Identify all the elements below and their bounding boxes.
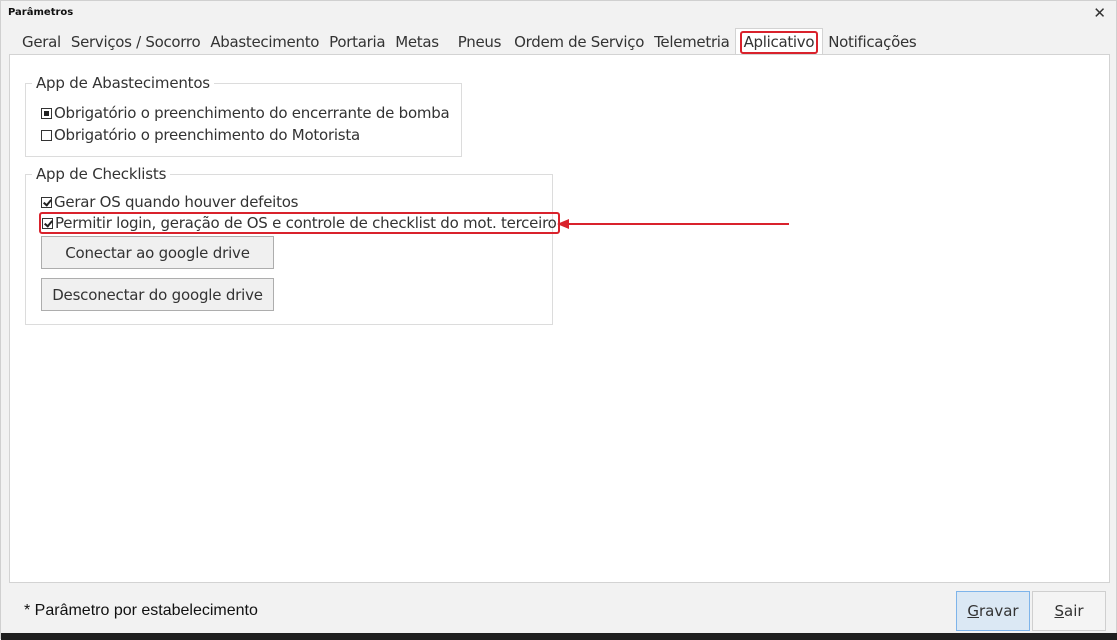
tab-geral[interactable]: Geral xyxy=(17,29,66,54)
tab-aplicativo[interactable]: Aplicativo xyxy=(734,28,824,55)
tab-telemetria[interactable]: Telemetria xyxy=(649,29,735,54)
checkbox-checked-icon xyxy=(41,196,52,208)
group-app-checklists: App de Checklists Gerar OS quando houver… xyxy=(25,165,560,325)
group-title: App de Abastecimentos xyxy=(32,74,214,92)
footer-note: * Parâmetro por estabelecimento xyxy=(24,602,258,619)
parametros-window: Parâmetros ✕ Geral Serviços / Socorro Ab… xyxy=(0,0,1117,640)
tab-label: Ordem de Serviço xyxy=(514,33,645,51)
tab-portaria[interactable]: Portaria xyxy=(324,29,390,54)
tab-pneus[interactable]: Pneus xyxy=(453,29,509,54)
tab-label: Metas xyxy=(395,33,439,51)
close-icon[interactable]: ✕ xyxy=(1093,4,1106,22)
tab-label: Telemetria xyxy=(654,33,730,51)
tab-label: Notificações xyxy=(828,33,917,51)
button-label: air xyxy=(1064,602,1084,620)
tab-label: Pneus xyxy=(457,33,502,51)
connect-google-drive-button[interactable]: Conectar ao google drive xyxy=(41,236,274,269)
tab-label: Serviços / Socorro xyxy=(70,33,201,51)
checkbox-gerar-os-defeitos[interactable]: Gerar OS quando houver defeitos xyxy=(41,193,298,211)
group-app-abastecimentos: App de Abastecimentos Obrigatório o pree… xyxy=(25,74,462,157)
exit-button[interactable]: Sair xyxy=(1032,591,1106,631)
checkbox-indeterminate-icon xyxy=(41,107,52,119)
tab-abastecimento[interactable]: Abastecimento xyxy=(205,29,324,54)
mnemonic-letter: G xyxy=(967,602,979,620)
tab-bar: Geral Serviços / Socorro Abastecimento P… xyxy=(17,27,921,55)
tab-label: Geral xyxy=(22,33,61,51)
checkbox-label: Permitir login, geração de OS e controle… xyxy=(55,214,557,232)
tab-content-panel: App de Abastecimentos Obrigatório o pree… xyxy=(9,54,1110,583)
checkbox-unchecked-icon xyxy=(41,129,52,141)
checkbox-checked-icon xyxy=(42,217,53,229)
window-title: Parâmetros xyxy=(8,7,74,18)
tab-metas[interactable]: Metas xyxy=(390,29,453,54)
tab-label: Abastecimento xyxy=(210,33,320,51)
tab-servicos-socorro[interactable]: Serviços / Socorro xyxy=(66,29,205,54)
checkbox-label: Gerar OS quando houver defeitos xyxy=(54,193,299,211)
checkbox-encerrante-bomba[interactable]: Obrigatório o preenchimento do encerrant… xyxy=(41,104,450,122)
checkbox-permitir-login-terceiro[interactable]: Permitir login, geração de OS e controle… xyxy=(39,212,560,234)
save-button[interactable]: Gravar xyxy=(956,591,1030,631)
group-title: App de Checklists xyxy=(32,165,171,183)
tab-label: Aplicativo xyxy=(739,31,819,54)
checkbox-motorista[interactable]: Obrigatório o preenchimento do Motorista xyxy=(41,126,360,144)
tab-ordem-de-servico[interactable]: Ordem de Serviço xyxy=(509,29,649,54)
mnemonic-letter: S xyxy=(1054,602,1064,620)
tab-notificacoes[interactable]: Notificações xyxy=(823,29,921,54)
button-label: ravar xyxy=(979,602,1019,620)
tab-label: Portaria xyxy=(329,33,386,51)
checkbox-label: Obrigatório o preenchimento do Motorista xyxy=(54,126,360,144)
annotation-arrow-icon xyxy=(557,219,789,229)
disconnect-google-drive-button[interactable]: Desconectar do google drive xyxy=(41,278,274,311)
checkbox-label: Obrigatório o preenchimento do encerrant… xyxy=(54,104,450,122)
